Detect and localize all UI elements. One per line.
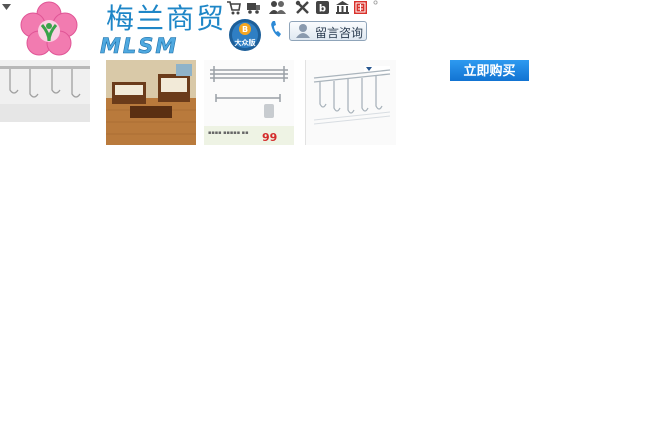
users-icon[interactable] <box>268 0 288 15</box>
bank-icon[interactable] <box>335 0 350 15</box>
svg-text:▪▪▪▪ ▪▪▪▪▪ ▪▪: ▪▪▪▪ ▪▪▪▪▪ ▪▪ <box>208 130 248 136</box>
product-thumbnail-2[interactable] <box>106 60 196 145</box>
svg-text:B: B <box>242 25 248 34</box>
site-logo[interactable]: 梅兰商贸 MLSM <box>18 1 224 58</box>
buy-now-button[interactable]: 立即购买 <box>450 60 529 81</box>
tools-icon[interactable] <box>295 0 310 15</box>
red-seal-icon[interactable] <box>353 0 368 15</box>
product-thumbnail-3[interactable]: ▪▪▪▪ ▪▪▪▪▪ ▪▪ 99 <box>204 60 294 145</box>
brand-name-en: MLSM <box>100 34 179 58</box>
brand-name-cn: 梅兰商贸 <box>106 2 227 35</box>
badge-label: 大众版 <box>234 39 256 47</box>
product-thumbnail-4[interactable] <box>305 60 396 145</box>
message-consult-label: 留言咨询 <box>315 26 364 40</box>
product-thumbnail-1[interactable] <box>0 60 90 122</box>
cart-icon[interactable] <box>226 0 241 15</box>
towel-rack-image <box>0 60 90 122</box>
truck-icon[interactable] <box>246 0 261 15</box>
flower-logo-icon <box>20 1 78 56</box>
wall-rack-image <box>306 60 396 145</box>
bath-shelf-image: ▪▪▪▪ ▪▪▪▪▪ ▪▪ 99 <box>204 60 294 145</box>
blog-icon[interactable]: b <box>315 0 330 15</box>
dropdown-arrow-icon[interactable] <box>2 4 11 10</box>
product-price: 99 <box>262 131 277 144</box>
edition-badge[interactable]: B 大众版 <box>226 18 264 52</box>
living-room-image <box>106 60 196 145</box>
phone-icon[interactable] <box>270 20 282 38</box>
message-consult-button[interactable]: 留言咨询 <box>289 21 367 41</box>
small-dot-icon <box>373 0 378 5</box>
svg-text:b: b <box>319 4 326 15</box>
person-avatar-icon <box>296 24 310 38</box>
